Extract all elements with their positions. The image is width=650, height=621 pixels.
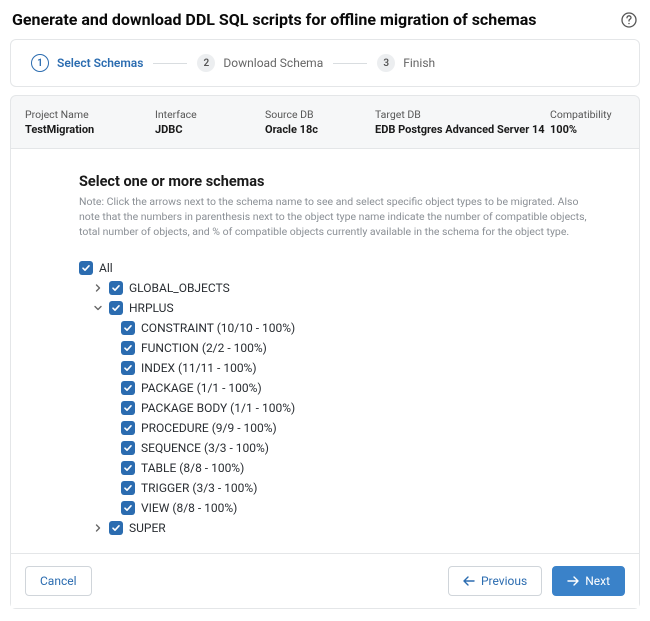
- button-label: Cancel: [40, 574, 77, 588]
- step-label: Download Schema: [223, 56, 323, 70]
- previous-button[interactable]: Previous: [448, 566, 542, 596]
- tree-label: All: [99, 261, 113, 275]
- page-title: Generate and download DDL SQL scripts fo…: [12, 10, 620, 29]
- chevron-right-icon[interactable]: [93, 284, 103, 292]
- compatibility-value: 100%: [550, 123, 625, 136]
- checkbox-icon[interactable]: [121, 341, 135, 355]
- chevron-right-icon[interactable]: [93, 524, 103, 532]
- tree-label: PACKAGE (1/1 - 100%): [141, 381, 262, 395]
- next-button[interactable]: Next: [552, 566, 625, 596]
- tree-node-object-type[interactable]: PACKAGE (1/1 - 100%): [79, 378, 627, 398]
- step-1[interactable]: 1 Select Schemas: [31, 54, 143, 72]
- checkbox-icon[interactable]: [121, 441, 135, 455]
- button-label: Previous: [481, 574, 527, 588]
- tree-node-object-type[interactable]: PACKAGE BODY (1/1 - 100%): [79, 398, 627, 418]
- interface-label: Interface: [155, 108, 265, 121]
- tree-node-super[interactable]: SUPER: [79, 518, 627, 538]
- section-title: Select one or more schemas: [79, 173, 627, 190]
- tree-label: PACKAGE BODY (1/1 - 100%): [141, 401, 295, 415]
- tree-node-object-type[interactable]: CONSTRAINT (10/10 - 100%): [79, 318, 627, 338]
- project-name-value: TestMigration: [25, 123, 155, 136]
- target-db-label: Target DB: [375, 108, 550, 121]
- tree-node-object-type[interactable]: SEQUENCE (3/3 - 100%): [79, 438, 627, 458]
- checkbox-icon[interactable]: [121, 361, 135, 375]
- tree-node-object-type[interactable]: PROCEDURE (9/9 - 100%): [79, 418, 627, 438]
- cancel-button[interactable]: Cancel: [25, 566, 92, 596]
- tree-label: TABLE (8/8 - 100%): [141, 461, 244, 475]
- step-2[interactable]: 2 Download Schema: [197, 54, 323, 72]
- arrow-left-icon: [463, 576, 475, 586]
- checkbox-icon[interactable]: [79, 261, 93, 275]
- tree-label: FUNCTION (2/2 - 100%): [141, 341, 267, 355]
- tree-node-object-type[interactable]: TABLE (8/8 - 100%): [79, 458, 627, 478]
- project-name-label: Project Name: [25, 108, 155, 121]
- tree-label: TRIGGER (3/3 - 100%): [141, 481, 257, 495]
- tree-label: CONSTRAINT (10/10 - 100%): [141, 321, 295, 335]
- tree-label: INDEX (11/11 - 100%): [141, 361, 257, 375]
- schema-tree: All GLOBAL_OBJECTS HRPLUS: [79, 258, 627, 538]
- target-db-value: EDB Postgres Advanced Server 14: [375, 123, 550, 136]
- source-db-label: Source DB: [265, 108, 375, 121]
- arrow-right-icon: [567, 576, 579, 586]
- wizard-footer: Cancel Previous Next: [11, 553, 639, 608]
- tree-node-object-type[interactable]: VIEW (8/8 - 100%): [79, 498, 627, 518]
- button-label: Next: [585, 574, 610, 588]
- step-separator: [333, 63, 367, 64]
- tree-label: HRPLUS: [129, 301, 174, 315]
- interface-value: JDBC: [155, 123, 265, 136]
- checkbox-icon[interactable]: [121, 321, 135, 335]
- checkbox-icon[interactable]: [109, 281, 123, 295]
- tree-node-global-objects[interactable]: GLOBAL_OBJECTS: [79, 278, 627, 298]
- step-label: Finish: [403, 56, 435, 70]
- wizard-stepper: 1 Select Schemas 2 Download Schema 3 Fin…: [10, 39, 640, 87]
- help-icon[interactable]: [620, 11, 638, 29]
- tree-node-all[interactable]: All: [79, 258, 627, 278]
- checkbox-icon[interactable]: [121, 421, 135, 435]
- tree-node-object-type[interactable]: INDEX (11/11 - 100%): [79, 358, 627, 378]
- checkbox-icon[interactable]: [121, 381, 135, 395]
- tree-label: PROCEDURE (9/9 - 100%): [141, 421, 277, 435]
- checkbox-icon[interactable]: [121, 401, 135, 415]
- step-separator: [153, 63, 187, 64]
- tree-label: SEQUENCE (3/3 - 100%): [141, 441, 269, 455]
- source-db-value: Oracle 18c: [265, 123, 375, 136]
- compatibility-label: Compatibility: [550, 108, 625, 121]
- tree-label: SUPER: [129, 521, 166, 535]
- checkbox-icon[interactable]: [109, 521, 123, 535]
- tree-node-object-type[interactable]: FUNCTION (2/2 - 100%): [79, 338, 627, 358]
- tree-label: GLOBAL_OBJECTS: [129, 281, 230, 295]
- checkbox-icon[interactable]: [121, 461, 135, 475]
- step-number: 1: [31, 54, 49, 72]
- checkbox-icon[interactable]: [121, 501, 135, 515]
- checkbox-icon[interactable]: [109, 301, 123, 315]
- section-note: Note: Click the arrows next to the schem…: [79, 194, 589, 240]
- step-number: 2: [197, 54, 215, 72]
- tree-label: VIEW (8/8 - 100%): [141, 501, 237, 515]
- tree-node-object-type[interactable]: TRIGGER (3/3 - 100%): [79, 478, 627, 498]
- tree-node-hrplus[interactable]: HRPLUS: [79, 298, 627, 318]
- checkbox-icon[interactable]: [121, 481, 135, 495]
- step-3[interactable]: 3 Finish: [377, 54, 435, 72]
- project-info-bar: Project Name TestMigration Interface JDB…: [10, 95, 640, 149]
- step-number: 3: [377, 54, 395, 72]
- chevron-down-icon[interactable]: [93, 304, 103, 312]
- step-label: Select Schemas: [57, 56, 143, 70]
